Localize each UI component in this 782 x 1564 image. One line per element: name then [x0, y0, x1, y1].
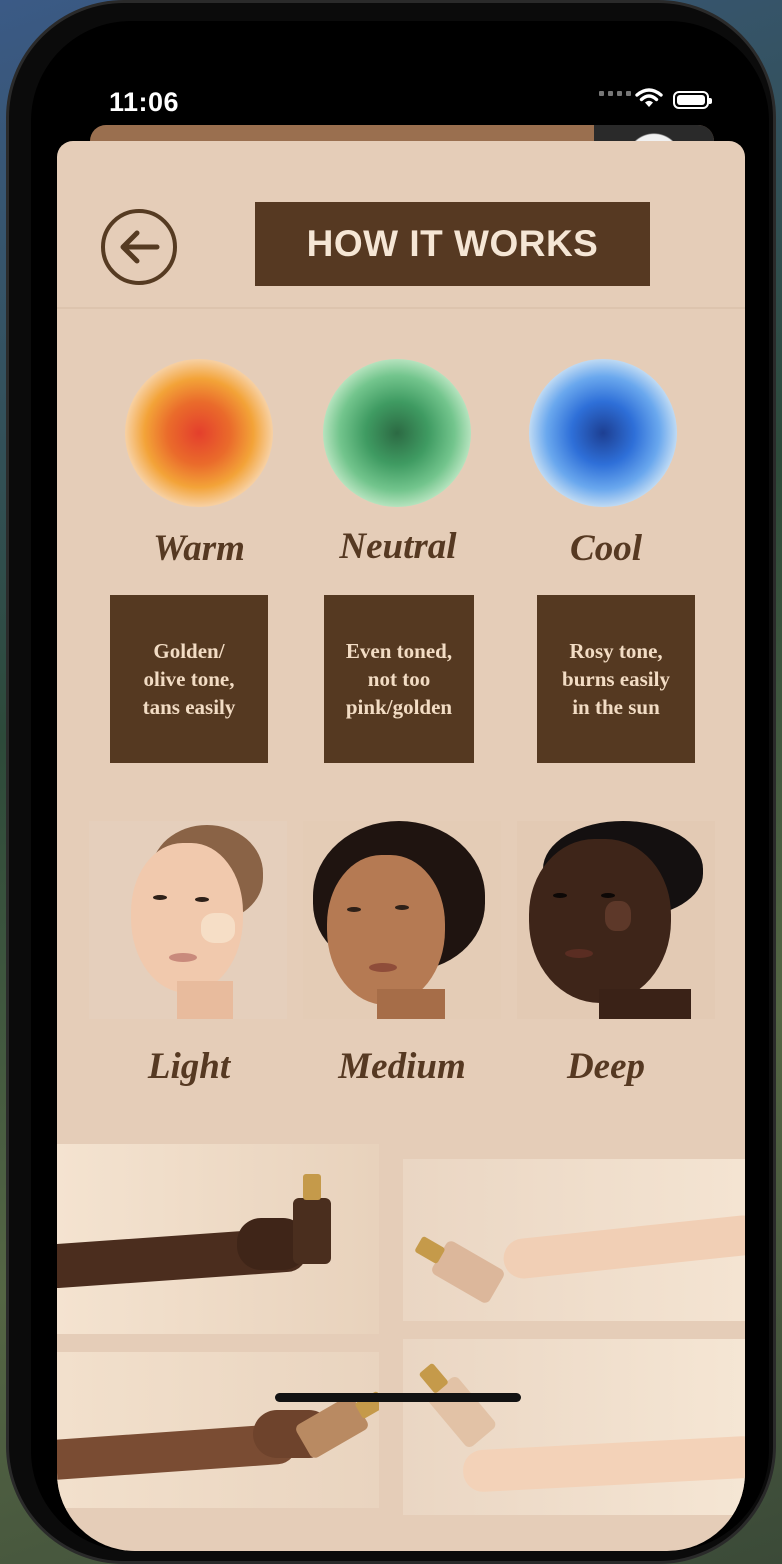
- neutral-description-line-2: not too: [367, 667, 431, 691]
- page-title-banner: HOW IT WORKS: [255, 202, 650, 286]
- warm-description-line-1: Golden/: [153, 639, 225, 663]
- neutral-undertone-swatch: [323, 359, 471, 507]
- phone-frame: 11:06 HOW IT WORKS Warm Neutral Cool Gol…: [6, 0, 776, 1564]
- battery-icon: [673, 91, 712, 109]
- wifi-icon: [635, 87, 663, 114]
- swatch-photo-light-arm: [403, 1159, 745, 1321]
- portrait-deep: [517, 821, 715, 1019]
- back-button[interactable]: [101, 209, 177, 285]
- undertone-description-cool: Rosy tone, burns easily in the sun: [537, 595, 695, 763]
- home-indicator[interactable]: [275, 1393, 521, 1402]
- undertone-description-warm: Golden/ olive tone, tans easily: [110, 595, 268, 763]
- depth-label-medium: Medium: [338, 1046, 466, 1087]
- warm-description-line-2: olive tone,: [143, 667, 235, 691]
- warm-undertone-swatch: [125, 359, 273, 507]
- undertone-label-neutral: Neutral: [339, 526, 457, 567]
- cool-undertone-swatch: [529, 359, 677, 507]
- swatch-photo-fair-arm: [403, 1339, 745, 1515]
- depth-label-deep: Deep: [566, 1046, 646, 1087]
- header-divider: [57, 307, 745, 309]
- how-it-works-sheet: HOW IT WORKS Warm Neutral Cool Golden/ o…: [57, 141, 745, 1551]
- cool-description-line-2: burns easily: [562, 667, 670, 691]
- undertone-label-cool: Cool: [570, 528, 642, 569]
- swatch-photo-medium-arm: [57, 1352, 379, 1508]
- warm-description-line-3: tans easily: [142, 695, 236, 719]
- screen: 11:06 HOW IT WORKS Warm Neutral Cool Gol…: [31, 21, 769, 1551]
- cellular-signal-icon: [599, 91, 631, 96]
- neutral-description-line-1: Even toned,: [345, 639, 453, 663]
- swatch-photo-deep-arm: [57, 1144, 379, 1334]
- page-title: HOW IT WORKS: [306, 223, 599, 264]
- neutral-description-line-3: pink/golden: [345, 695, 453, 719]
- status-time: 11:06: [109, 87, 180, 117]
- cool-description-line-1: Rosy tone,: [569, 639, 663, 663]
- portrait-light: [89, 821, 287, 1019]
- portrait-medium: [303, 821, 501, 1019]
- depth-label-light: Light: [147, 1046, 231, 1087]
- cool-description-line-3: in the sun: [572, 695, 660, 719]
- undertone-description-neutral: Even toned, not too pink/golden: [324, 595, 474, 763]
- undertone-label-warm: Warm: [153, 528, 245, 569]
- arrow-left-icon: [120, 230, 160, 264]
